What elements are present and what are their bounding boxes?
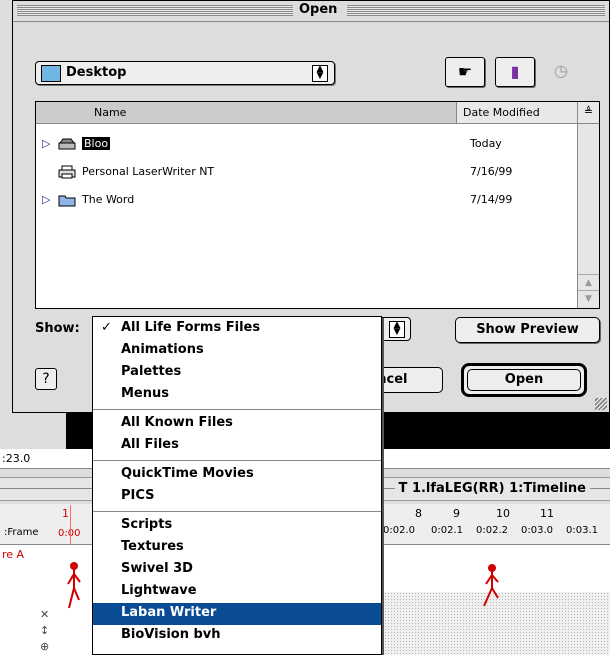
show-preview-button[interactable]: Show Preview (455, 317, 600, 343)
shortcuts-button[interactable]: ☛ (445, 57, 485, 87)
folder-popup[interactable]: Desktop ▲ ▼ (35, 61, 335, 85)
menu-item-animations[interactable]: Animations (93, 340, 381, 362)
recent-button[interactable]: ◷ (541, 57, 581, 87)
tick-frame: 11 (540, 507, 554, 520)
open-button[interactable]: Open (461, 363, 587, 397)
file-name: Bloo (82, 137, 111, 150)
tick-time: 0:02.2 (476, 525, 508, 536)
favorites-folder-icon: ▮ (510, 62, 520, 81)
move-track-icon[interactable]: ↕ (40, 624, 49, 637)
menu-item-label: Swivel 3D (121, 561, 193, 576)
menu-item-label: All Files (121, 437, 179, 452)
menu-item-label: Textures (121, 539, 184, 554)
track-label: re A (2, 548, 25, 561)
menu-item-label: Menus (121, 386, 170, 401)
file-name: The Word (82, 193, 135, 206)
tick-time: 0:03.1 (566, 525, 598, 536)
menu-item-all-files[interactable]: All Files (93, 435, 381, 457)
menu-item-palettes[interactable]: Palettes (93, 362, 381, 384)
file-name: Personal LaserWriter NT (82, 165, 215, 178)
popup-arrows-icon: ▲ ▼ (312, 65, 328, 82)
clock-icon: ◷ (554, 61, 568, 80)
menu-item-scripts[interactable]: Scripts (93, 515, 381, 537)
dialog-title-bar[interactable]: Open (13, 1, 609, 22)
tick-time: 0:03.0 (521, 525, 553, 536)
menu-item-label: BioVision bvh (121, 627, 221, 642)
menu-item-all-life-forms-files[interactable]: ✓ All Life Forms Files (93, 318, 381, 340)
menu-item-label: All Known Files (121, 415, 233, 430)
menu-separator (93, 511, 381, 512)
folder-icon (58, 195, 76, 207)
disk-icon (58, 138, 76, 150)
menu-item-swivel-3d[interactable]: Swivel 3D (93, 559, 381, 581)
menu-item-lightwave[interactable]: Lightwave (93, 581, 381, 603)
keyframe-figure-icon[interactable] (480, 564, 504, 614)
file-date: 7/14/99 (470, 193, 513, 206)
menu-item-biovision-bvh[interactable]: BioVision bvh (93, 625, 381, 647)
menu-item-textures[interactable]: Textures (93, 537, 381, 559)
sort-order-button[interactable]: ≜ (577, 102, 599, 124)
help-button[interactable]: ? (35, 368, 57, 390)
menu-item-label: PICS (121, 488, 155, 503)
scroll-down-icon[interactable]: ▼ (578, 290, 599, 307)
red-marker-frame: 1 (62, 507, 69, 520)
menu-item-menus[interactable]: Menus (93, 384, 381, 406)
tick-time: 0:02.0 (383, 525, 415, 536)
favorites-button[interactable]: ▮ (495, 57, 535, 87)
printer-icon (58, 165, 76, 179)
file-row[interactable]: ▷ Bloo Today (36, 132, 577, 158)
name-column-label: Name (94, 106, 127, 119)
dialog-title: Open (299, 2, 338, 17)
date-column-label: Date Modified (463, 106, 540, 119)
show-popup[interactable]: ▲ ▼ (381, 317, 411, 341)
file-date: 7/16/99 (470, 165, 513, 178)
keyframe-figure-icon[interactable] (62, 562, 86, 612)
tick-time: 0:02.1 (431, 525, 463, 536)
file-list-scrollbar[interactable]: ▲ ▼ (577, 124, 599, 308)
show-label: Show: (35, 321, 80, 336)
checkmark-icon: ✓ (101, 320, 112, 335)
sort-order-icon: ≜ (583, 105, 594, 118)
menu-item-all-known-files[interactable]: All Known Files (93, 413, 381, 435)
tick-frame: 10 (496, 507, 510, 520)
menu-item-label: QuickTime Movies (121, 466, 254, 481)
menu-item-pics[interactable]: PICS (93, 486, 381, 508)
file-type-menu[interactable]: ✓ All Life Forms Files Animations Palett… (92, 316, 382, 655)
menu-item-label: Animations (121, 342, 204, 357)
file-row[interactable]: ▷ The Word 7/14/99 (36, 188, 577, 214)
track-option-icon[interactable]: ⊕ (40, 640, 49, 653)
tick-frame: 8 (415, 507, 422, 520)
menu-item-laban-writer[interactable]: Laban Writer (93, 603, 381, 625)
folder-popup-label: Desktop (66, 65, 127, 80)
help-icon: ? (42, 371, 50, 387)
file-list[interactable]: Name Date Modified ≜ ▷ Bloo Today Person… (35, 101, 600, 309)
file-date: Today (470, 137, 502, 150)
scroll-up-icon[interactable]: ▲ (578, 274, 599, 291)
menu-item-quicktime-movies[interactable]: QuickTime Movies (93, 464, 381, 486)
popup-arrows-icon: ▲ ▼ (389, 321, 405, 338)
menu-separator (93, 460, 381, 461)
disclosure-triangle-icon[interactable]: ▷ (42, 137, 50, 150)
menu-item-label: Scripts (121, 517, 173, 532)
frame-label: :Frame (4, 527, 39, 538)
open-button-label: Open (467, 369, 581, 391)
name-column-header[interactable]: Name (36, 102, 457, 124)
resize-grip-icon[interactable] (595, 398, 607, 410)
close-track-icon[interactable]: ✕ (40, 608, 49, 621)
menu-separator (93, 409, 381, 410)
hand-pointer-icon: ☛ (457, 62, 473, 81)
timeline-window-title: T 1.lfaLEG(RR) 1:Timeline (394, 481, 590, 496)
menu-item-label: All Life Forms Files (121, 320, 261, 335)
disclosure-triangle-icon[interactable]: ▷ (42, 193, 50, 206)
menu-item-label: Lightwave (121, 583, 197, 598)
file-row[interactable]: Personal LaserWriter NT 7/16/99 (36, 160, 577, 186)
date-column-header[interactable]: Date Modified (457, 102, 577, 124)
menu-item-label: Laban Writer (121, 605, 217, 620)
menu-item-label: Palettes (121, 364, 182, 379)
desktop-icon (41, 65, 61, 82)
tick-frame: 9 (453, 507, 460, 520)
